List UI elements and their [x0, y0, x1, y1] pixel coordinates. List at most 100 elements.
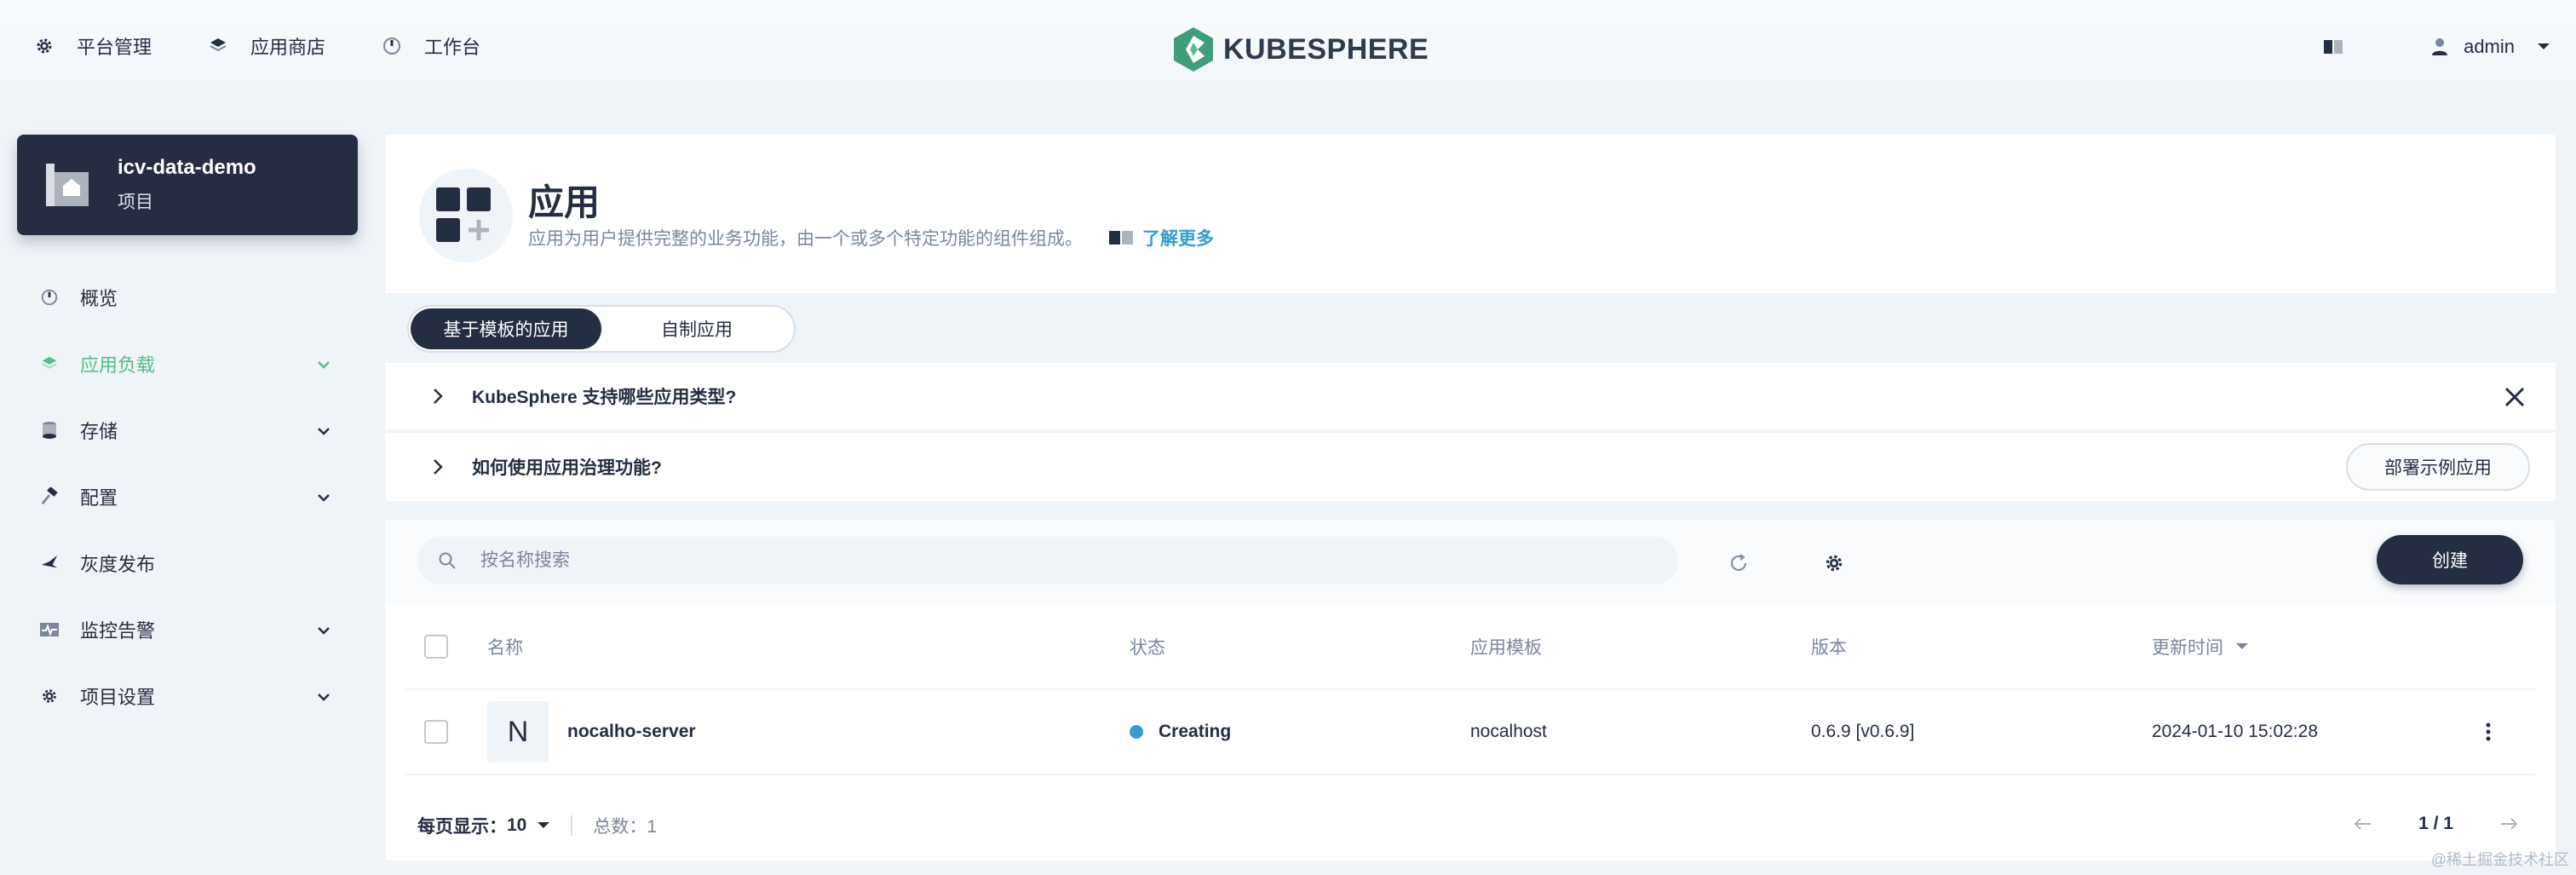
sidebar-item-label: 项目设置 [80, 687, 156, 708]
caret-down-icon [2538, 43, 2550, 49]
faq-item-governance[interactable]: 如何使用应用治理功能? 部署示例应用 [385, 433, 2556, 501]
monitor-icon [39, 619, 60, 640]
user-icon [2432, 38, 2448, 55]
close-icon[interactable] [2503, 385, 2527, 409]
page-info: 1 / 1 [2418, 814, 2453, 833]
chevron-down-icon [318, 627, 330, 635]
project-type: 项目 [118, 193, 153, 212]
apps-icon [419, 169, 513, 262]
faq-question: 如何使用应用治理功能? [472, 458, 662, 478]
row-checkbox[interactable] [424, 720, 448, 744]
learn-more-label: 了解更多 [1142, 229, 1214, 249]
app-name-link[interactable]: nocalho-server [567, 722, 696, 742]
sort-down-icon [2236, 643, 2248, 649]
faq-item-app-types[interactable]: KubeSphere 支持哪些应用类型? [385, 363, 2556, 431]
prev-page-icon[interactable] [2350, 811, 2376, 837]
page-size-value: 10 [507, 815, 527, 835]
layers-icon [39, 354, 60, 374]
gear-icon [39, 686, 60, 706]
column-header-name: 名称 [487, 638, 523, 658]
tab-template-apps[interactable]: 基于模板的应用 [411, 308, 601, 349]
search-icon [439, 552, 456, 569]
app-avatar: N [487, 701, 549, 763]
search-box[interactable] [417, 537, 1678, 584]
top-menu-platform[interactable]: 平台管理 [34, 32, 152, 60]
database-icon [39, 420, 60, 440]
gear-icon[interactable] [1823, 552, 1845, 574]
apps-table-card: 创建 名称 状态 应用模板 版本 更新时间 N nocalho-server C… [385, 520, 2556, 861]
page-description: 应用为用户提供完整的业务功能，由一个或多个特定功能的组件组成。 了解更多 [528, 225, 1214, 250]
top-menu: 平台管理 应用商店 工作台 [34, 32, 480, 60]
project-card[interactable]: icv-data-demo 项目 [17, 135, 358, 235]
sidebar-item-overview[interactable]: 概览 [0, 264, 358, 331]
top-menu-workbench[interactable]: 工作台 [382, 32, 480, 60]
column-header-updated[interactable]: 更新时间 [2152, 605, 2249, 688]
book-icon [1109, 231, 1133, 245]
more-vertical-icon [2486, 722, 2491, 741]
sidebar-item-config[interactable]: 配置 [0, 463, 358, 530]
dashboard-icon [383, 37, 401, 55]
sidebar-item-label: 存储 [80, 421, 118, 442]
book-icon [2324, 40, 2343, 54]
project-name: icv-data-demo [118, 156, 256, 179]
brand-name: KUBESPHERE [1223, 32, 1429, 66]
page-description-text: 应用为用户提供完整的业务功能，由一个或多个特定功能的组件组成。 [528, 229, 1083, 249]
hammer-icon [39, 486, 60, 507]
page-size-select[interactable]: 每页显示： 10 [417, 813, 550, 838]
app-version: 0.6.9 [v0.6.9] [1811, 722, 1915, 741]
table-header: 名称 状态 应用模板 版本 更新时间 [405, 605, 2535, 690]
column-header-template: 应用模板 [1470, 638, 1542, 658]
faq-question: KubeSphere 支持哪些应用类型? [472, 388, 737, 407]
page-banner: 应用 应用为用户提供完整的业务功能，由一个或多个特定功能的组件组成。 了解更多 [385, 135, 2556, 293]
gear-icon [37, 38, 52, 54]
learn-more-link[interactable]: 了解更多 [1108, 225, 1214, 250]
chevron-down-icon [318, 361, 330, 369]
column-header-updated-label: 更新时间 [2152, 638, 2223, 658]
watermark: @稀土掘金技术社区 [2430, 851, 2569, 868]
total-label: 总数： [593, 817, 647, 837]
select-all-checkbox[interactable] [424, 635, 448, 659]
app-template: nocalhost [1470, 722, 1547, 741]
create-button[interactable]: 创建 [2377, 535, 2523, 584]
next-page-icon[interactable] [2496, 811, 2521, 837]
pagination: 每页显示： 10 总数：1 1 / 1 [385, 792, 2556, 861]
more-actions-button[interactable] [2475, 719, 2501, 745]
column-header-version: 版本 [1811, 638, 1847, 658]
total-value: 1 [647, 817, 658, 837]
sidebar-item-workloads[interactable]: 应用负载 [0, 331, 358, 397]
chevron-down-icon [318, 694, 330, 701]
refresh-icon[interactable] [1728, 552, 1750, 574]
sidebar-item-label: 应用负载 [80, 354, 156, 376]
user-menu[interactable]: admin [2431, 36, 2550, 58]
sidebar-item-settings[interactable]: 项目设置 [0, 663, 358, 729]
app-updated-time: 2024-01-10 15:02:28 [2152, 722, 2318, 741]
sidebar-item-storage[interactable]: 存储 [0, 397, 358, 463]
table-toolbar: 创建 [385, 520, 2556, 605]
kubesphere-logo[interactable]: KUBESPHERE [1174, 27, 1429, 72]
deploy-sample-app-button[interactable]: 部署示例应用 [2346, 443, 2530, 491]
chevron-down-icon [318, 428, 330, 435]
docs-button[interactable] [2320, 34, 2346, 60]
dashboard-icon [39, 287, 60, 308]
search-input[interactable] [480, 550, 1588, 571]
status-text: Creating [1159, 722, 1232, 741]
top-right-tools: admin [2320, 34, 2550, 60]
page-title: 应用 [528, 182, 601, 222]
top-navigation: 平台管理 应用商店 工作台 KUBESPHERE admin [0, 0, 2576, 104]
sidebar-item-monitoring[interactable]: 监控告警 [0, 596, 358, 663]
sidebar-item-grayscale[interactable]: 灰度发布 [0, 530, 358, 596]
column-header-status: 状态 [1130, 638, 1165, 658]
layers-icon [210, 38, 227, 52]
chevron-down-icon [318, 494, 330, 502]
top-menu-appstore[interactable]: 应用商店 [208, 32, 325, 60]
top-menu-appstore-label: 应用商店 [250, 37, 326, 58]
username: admin [2464, 36, 2515, 57]
tab-custom-apps[interactable]: 自制应用 [601, 308, 792, 349]
tabs-row: 基于模板的应用 自制应用 [385, 293, 2556, 363]
bird-icon [39, 553, 60, 573]
sidebar-item-label: 监控告警 [80, 620, 156, 642]
sidebar-item-label: 灰度发布 [80, 554, 156, 575]
top-menu-platform-label: 平台管理 [77, 37, 152, 58]
divider [571, 815, 573, 836]
caret-down-icon [538, 822, 550, 828]
